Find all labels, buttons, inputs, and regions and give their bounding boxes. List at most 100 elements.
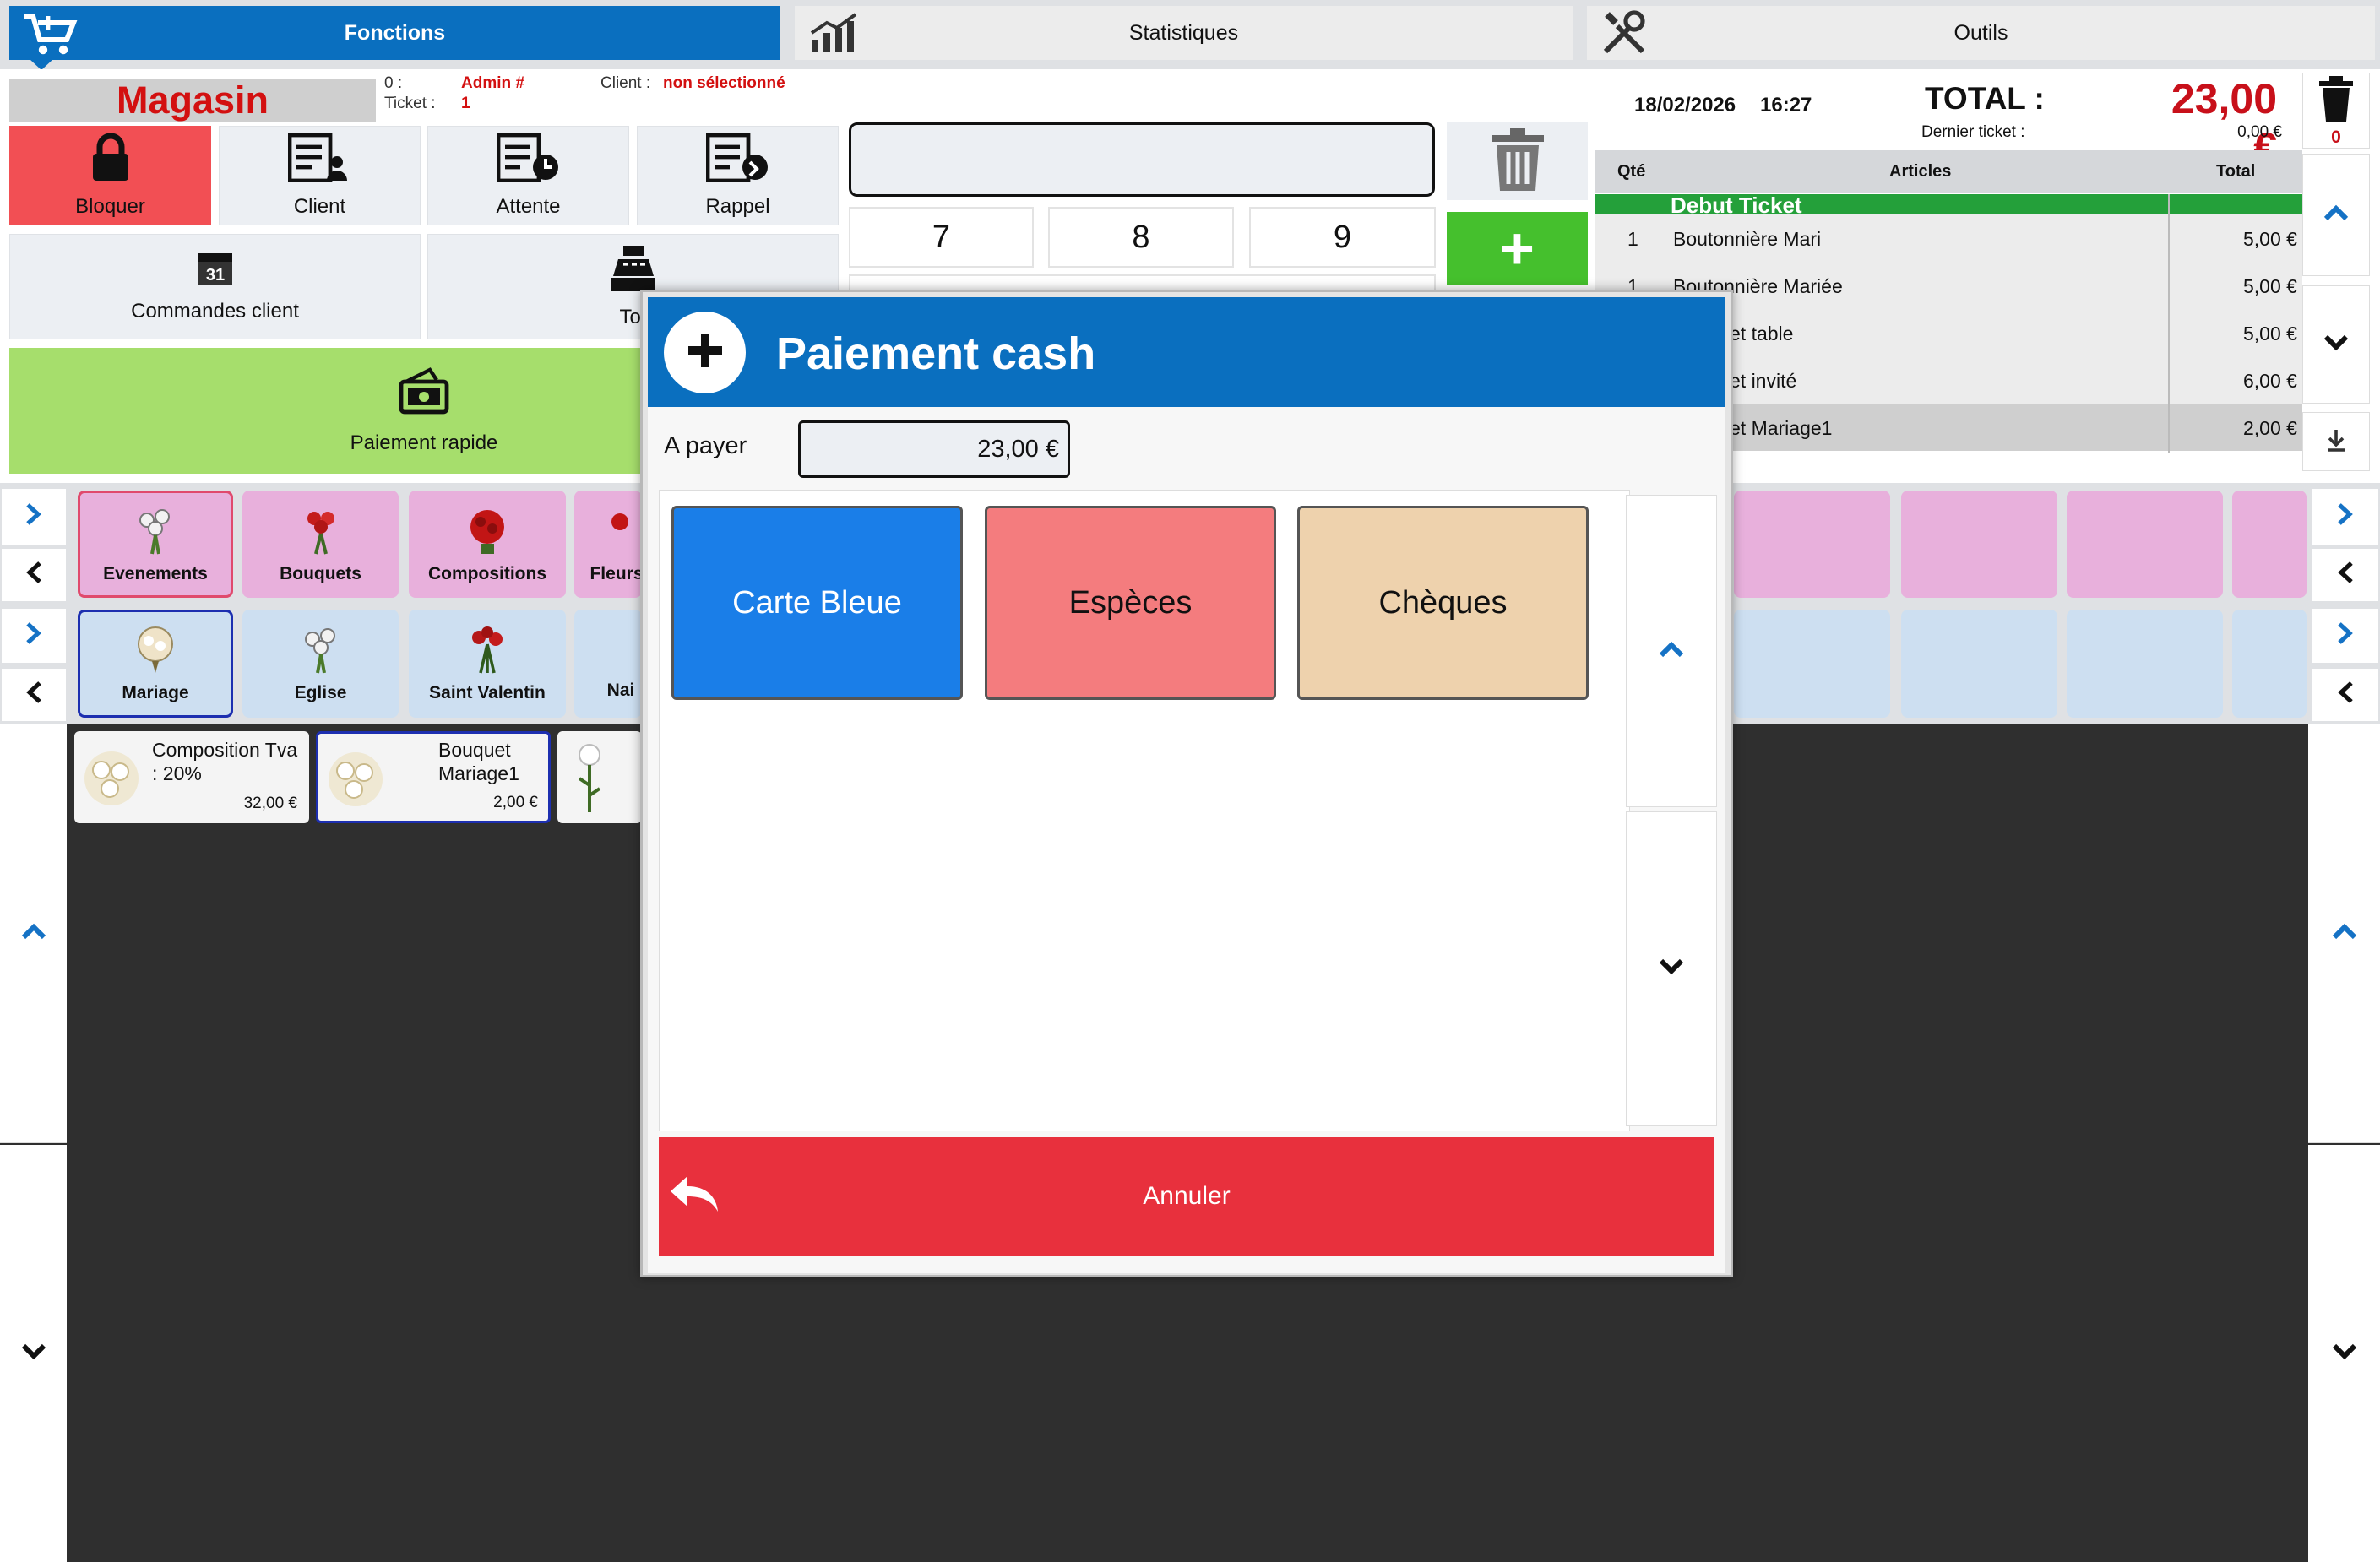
recall-button-label: Rappel xyxy=(705,194,770,218)
ticket-row[interactable]: 1 Boutonnière Mari 5,00 € xyxy=(1595,214,2302,262)
subcategory-label: Nai xyxy=(606,681,635,700)
category-empty[interactable] xyxy=(1901,491,2057,598)
category-prev[interactable] xyxy=(2,549,66,601)
wedding-bouquet-image xyxy=(323,747,388,816)
modal-title: Paiement cash xyxy=(776,328,1096,379)
products-scroll-down[interactable] xyxy=(0,1145,67,1562)
products-scroll-down-right[interactable] xyxy=(2308,1145,2380,1562)
amount-display[interactable] xyxy=(849,122,1435,197)
recall-list-icon xyxy=(705,133,770,195)
wait-button[interactable]: Attente xyxy=(427,126,629,225)
subcategory-next-right[interactable] xyxy=(2312,609,2378,663)
user-name: Admin # xyxy=(461,74,524,92)
category-next[interactable] xyxy=(2,489,66,545)
customer-orders-button[interactable]: 31 Commandes client xyxy=(9,234,421,339)
last-ticket-value: 0,00 € xyxy=(2237,123,2282,141)
category-empty[interactable] xyxy=(1734,491,1890,598)
plus-button[interactable]: + xyxy=(1447,212,1588,285)
subcategory-next[interactable] xyxy=(2,609,66,663)
subcategory-empty[interactable] xyxy=(2067,610,2223,718)
client-list-icon xyxy=(287,133,352,195)
products-scroll-up[interactable] xyxy=(0,724,67,1143)
category-compositions[interactable]: Compositions xyxy=(409,491,566,598)
flower-arrangement-image xyxy=(79,746,144,815)
tab-outils[interactable]: Outils xyxy=(1587,6,2375,60)
wedding-bouquet-icon xyxy=(130,624,181,680)
ticket-scroll-down[interactable] xyxy=(2302,285,2370,404)
subcategory-empty[interactable] xyxy=(2232,610,2307,718)
category-fleurs[interactable]: Fleurs xyxy=(574,491,642,598)
category-label: Bouquets xyxy=(280,563,361,583)
chevron-left-icon xyxy=(24,677,43,713)
chevron-left-icon xyxy=(2336,557,2355,594)
category-empty[interactable] xyxy=(2232,491,2307,598)
product-name: Composition Tva : 20% xyxy=(152,739,298,784)
category-evenements[interactable]: Evenements xyxy=(78,491,233,598)
lock-icon xyxy=(90,133,132,195)
subcategory-label: Saint Valentin xyxy=(429,683,546,702)
subcategory-empty[interactable] xyxy=(1734,610,1890,718)
recall-button[interactable]: Rappel xyxy=(637,126,839,225)
cash-icon xyxy=(398,366,450,421)
white-bouquet-icon xyxy=(296,624,346,680)
product-tile[interactable]: Composition Tva : 20% 32,00 € xyxy=(74,731,309,823)
delete-ticket-button[interactable]: 0 xyxy=(2302,73,2370,149)
client-button[interactable]: Client xyxy=(219,126,421,225)
product-price: 2,00 € xyxy=(493,794,538,811)
chevron-down-icon xyxy=(2331,1342,2358,1365)
product-tile[interactable] xyxy=(557,731,642,823)
cash-payment-button[interactable]: Espèces xyxy=(985,506,1276,700)
tab-statistiques[interactable]: Statistiques xyxy=(795,6,1573,60)
ticket-scroll-end[interactable] xyxy=(2302,412,2370,471)
col-articles: Articles xyxy=(1889,162,1952,181)
chevron-right-icon xyxy=(2336,499,2355,535)
red-bouquet-icon xyxy=(296,505,346,561)
ticket-start-label: Debut Ticket xyxy=(1671,194,1802,214)
methods-scroll-down[interactable] xyxy=(1626,811,1717,1126)
payment-modal: Paiement cash A payer 23,00 € Carte Bleu… xyxy=(640,290,1733,1277)
subcategory-naissance[interactable]: Nai xyxy=(574,610,642,718)
category-prev-right[interactable] xyxy=(2312,549,2378,601)
subcategory-eglise[interactable]: Eglise xyxy=(242,610,399,718)
clear-button[interactable] xyxy=(1447,122,1588,200)
tools-icon xyxy=(1600,9,1648,62)
lock-button[interactable]: Bloquer xyxy=(9,126,211,225)
key-9[interactable]: 9 xyxy=(1249,207,1436,268)
row-name: et Mariage1 xyxy=(1730,417,1833,439)
subcategory-empty[interactable] xyxy=(1901,610,2057,718)
row-name: Boutonnière Mari xyxy=(1673,228,1822,250)
modal-add-button[interactable] xyxy=(664,312,746,393)
subcategory-mariage[interactable]: Mariage xyxy=(78,610,233,718)
products-scroll-up-right[interactable] xyxy=(2308,724,2380,1143)
cancel-button[interactable]: Annuler xyxy=(659,1137,1714,1256)
card-payment-button[interactable]: Carte Bleue xyxy=(671,506,963,700)
product-tile-selected[interactable]: Bouquet Mariage1 2,00 € xyxy=(316,731,551,823)
flower-icon xyxy=(583,505,633,561)
chevron-down-icon xyxy=(2323,334,2350,356)
category-bouquets[interactable]: Bouquets xyxy=(242,491,399,598)
tab-fonctions[interactable]: Fonctions xyxy=(9,6,780,60)
chevron-right-icon xyxy=(24,618,43,654)
row-name: et table xyxy=(1730,323,1794,344)
row-name: et invité xyxy=(1730,370,1797,392)
key-8[interactable]: 8 xyxy=(1048,207,1234,268)
category-next-right[interactable] xyxy=(2312,489,2378,545)
scroll-to-bottom-icon xyxy=(2324,428,2348,456)
cheque-payment-button[interactable]: Chèques xyxy=(1297,506,1589,700)
subcategory-prev-right[interactable] xyxy=(2312,669,2378,721)
trash-icon xyxy=(1490,127,1546,197)
chevron-down-icon xyxy=(1658,957,1685,980)
product-name: Bouquet Mariage1 xyxy=(438,739,519,784)
subcategory-saint-valentin[interactable]: Saint Valentin xyxy=(409,610,566,718)
client-value: non sélectionné xyxy=(663,74,785,92)
roses-icon xyxy=(462,624,513,680)
ticket-scroll-up[interactable] xyxy=(2302,154,2370,276)
row-total: 5,00 € xyxy=(2243,275,2297,297)
methods-scroll-up[interactable] xyxy=(1626,495,1717,807)
subcategory-prev[interactable] xyxy=(2,669,66,721)
category-empty[interactable] xyxy=(2067,491,2223,598)
last-ticket-label: Dernier ticket : xyxy=(1921,123,2025,141)
key-7[interactable]: 7 xyxy=(849,207,1034,268)
ticket-start-row: Debut Ticket xyxy=(1595,194,2302,214)
chart-icon xyxy=(810,13,861,59)
